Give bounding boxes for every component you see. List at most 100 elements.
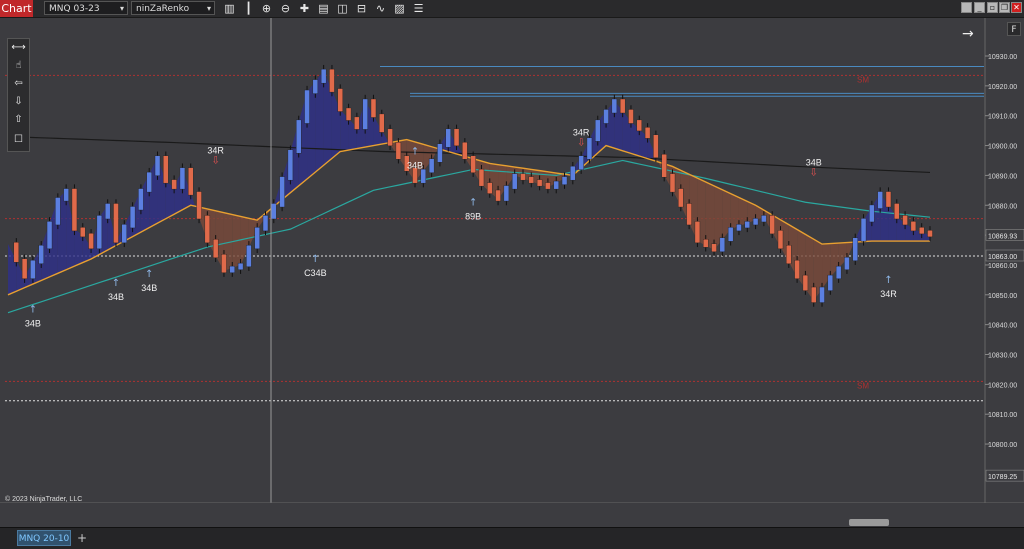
y-tick-label: 10910.00	[988, 114, 1017, 121]
bar-type-selector[interactable]: ninZaRenko 20/10▾	[131, 1, 215, 28]
properties-icon[interactable]: ▤	[316, 1, 331, 16]
bar	[287, 149, 294, 181]
ma-cloud	[730, 193, 739, 230]
add-tab-button[interactable]: +	[75, 530, 89, 546]
price-chart[interactable]: SMSM ↑34B↑34B↑34B⇩34R↑C34B↑34B↑89B⇩34R⇩3…	[0, 18, 1024, 503]
bar	[511, 173, 518, 190]
y-tick-label: 10860.00	[988, 263, 1017, 270]
y-tick-label: 10920.00	[988, 84, 1017, 91]
bar	[603, 109, 609, 124]
bar	[46, 221, 53, 250]
chevron-down-icon[interactable]: ▾	[120, 2, 124, 16]
bar	[129, 206, 136, 229]
bar	[686, 203, 692, 226]
y-tick-label: 10830.00	[988, 353, 1017, 360]
arrow-down-icon[interactable]: ⇩	[8, 93, 29, 110]
bar	[487, 182, 493, 194]
signal-label: 89B	[465, 211, 481, 221]
arrow-up-icon[interactable]: ⇧	[8, 111, 29, 128]
crosshair-icon[interactable]: ✚	[297, 1, 312, 16]
horizontal-line-icon[interactable]: ⟷	[8, 39, 29, 56]
bar	[894, 203, 900, 220]
bar	[761, 215, 767, 223]
bar	[752, 218, 759, 226]
pointer-icon[interactable]: ☝	[8, 57, 29, 74]
signal-label: 34R	[573, 128, 590, 138]
f-button[interactable]: F	[1007, 22, 1021, 36]
bar	[38, 245, 44, 264]
y-tick-label: 10880.00	[988, 203, 1017, 210]
bar	[21, 258, 28, 279]
bar	[246, 245, 252, 267]
bar	[777, 230, 784, 250]
chart-tab[interactable]: Chart	[0, 0, 33, 17]
bar	[304, 89, 310, 124]
close-icon[interactable]: ✕	[1011, 2, 1022, 13]
maximize-icon[interactable]: ❐	[999, 2, 1010, 13]
restore-icon[interactable]: ▫	[987, 2, 998, 13]
drawing-icon[interactable]: ∿	[373, 1, 388, 16]
strategy-icon[interactable]: ⊟	[354, 1, 369, 16]
copyright-text: © 2023 NinjaTrader, LLC	[5, 495, 82, 503]
bar	[271, 203, 277, 220]
bar	[262, 215, 269, 232]
bar	[387, 128, 393, 147]
bar	[163, 155, 169, 184]
zoom-out-icon[interactable]: ⊖	[278, 1, 293, 16]
arrow-left-icon[interactable]: ⇦	[8, 75, 29, 92]
signal-label: 34B	[25, 319, 41, 329]
bar	[769, 215, 775, 235]
bar	[586, 137, 593, 160]
zoom-in-icon[interactable]: ⊕	[259, 1, 274, 16]
bar	[703, 239, 709, 248]
signal-arrow: ⇩	[577, 138, 585, 149]
bar	[379, 113, 385, 133]
bar	[113, 203, 119, 244]
signal-arrow: ↑	[145, 269, 153, 280]
bar	[819, 286, 825, 303]
bar	[478, 168, 485, 187]
bar	[296, 119, 302, 154]
indicator-icon[interactable]: ▨	[392, 1, 407, 16]
signal-arrow: ↑	[469, 197, 477, 208]
instrument-tab[interactable]: MNQ 20-10	[17, 530, 71, 546]
bar	[212, 239, 219, 258]
bars-icon[interactable]: ▥	[222, 1, 237, 16]
bar	[254, 227, 260, 250]
scrollbar-thumb[interactable]	[849, 519, 889, 526]
bar	[237, 262, 244, 270]
minimize-icon[interactable]: _	[974, 2, 985, 13]
scroll-right-icon[interactable]: →	[962, 26, 974, 42]
bar	[96, 215, 103, 250]
y-tick-label: 10890.00	[988, 173, 1017, 180]
bar	[495, 189, 501, 202]
bar	[470, 155, 476, 173]
candlestick-icon[interactable]: ┃	[241, 1, 256, 16]
chevron-down-icon[interactable]: ▾	[207, 2, 211, 16]
bar	[354, 116, 360, 130]
bar	[362, 98, 368, 130]
data-box-icon[interactable]: ☰	[411, 1, 426, 16]
bar	[138, 188, 144, 211]
bar	[312, 79, 319, 94]
bar	[918, 227, 925, 235]
tile-icon[interactable]	[961, 2, 972, 13]
instrument-selector[interactable]: MNQ 03-23 ▾	[44, 1, 128, 15]
bar	[536, 179, 543, 187]
y-tick-label: 10800.00	[988, 442, 1017, 449]
bar	[88, 233, 94, 250]
drawing-tools-panel: ⟷ ☝ ⇦ ⇩ ⇧ ☐	[7, 38, 30, 152]
bar	[420, 168, 427, 184]
y-tick-label: 10850.00	[988, 293, 1017, 300]
bar	[121, 224, 127, 244]
bar	[428, 158, 435, 173]
bar	[345, 107, 352, 121]
bar	[104, 203, 111, 220]
bar	[370, 98, 377, 118]
bar	[727, 227, 734, 242]
bar	[902, 215, 908, 226]
rectangle-icon[interactable]: ☐	[8, 131, 29, 148]
bar	[196, 191, 202, 220]
template-icon[interactable]: ◫	[335, 1, 350, 16]
bar	[661, 154, 667, 178]
